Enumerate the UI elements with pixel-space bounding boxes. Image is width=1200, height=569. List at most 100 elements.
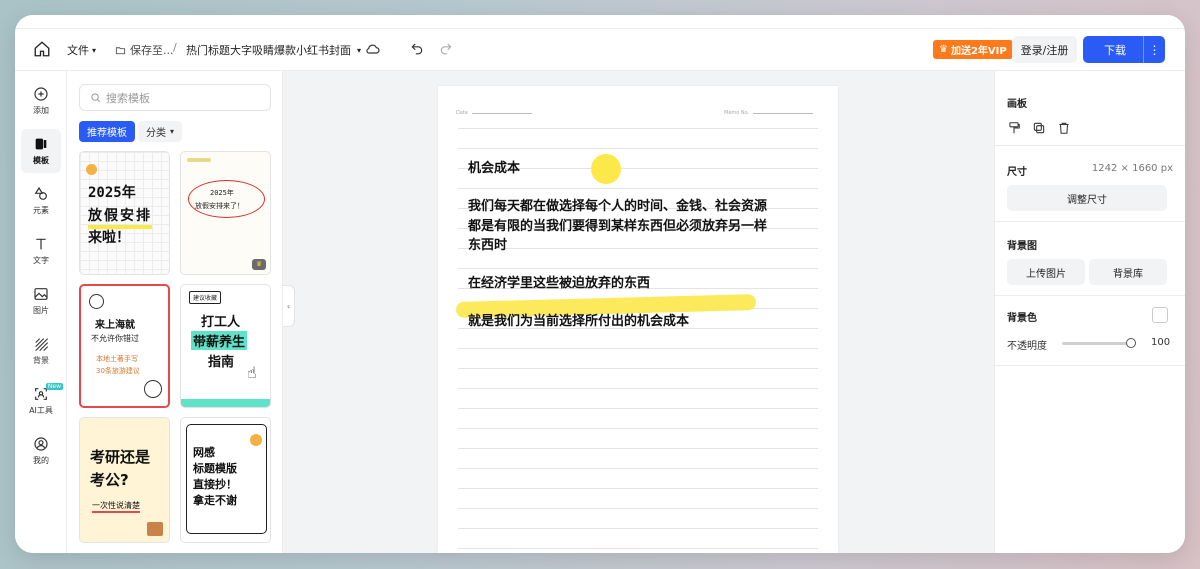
rail-item-label: 添加 xyxy=(33,106,49,115)
rail-item-templates[interactable]: 模板 xyxy=(21,129,61,173)
ruled-line xyxy=(458,468,818,469)
redo-icon[interactable] xyxy=(439,41,453,55)
card-text: 2025年 xyxy=(88,185,136,201)
more-options-icon[interactable]: ⋮ xyxy=(1143,36,1165,63)
document-title[interactable]: 热门标题大字吸睛爆款小红书封面 ▾ xyxy=(186,42,361,58)
card-text: 放假安排来了！ xyxy=(195,202,244,210)
login-button[interactable]: 登录/注册 xyxy=(1012,36,1077,63)
bg-color-section-title: 背景色 xyxy=(1007,313,1037,324)
editor-window: 文件 ▾ 保存至... / 热门标题大字吸睛爆款小红书封面 ▾ ♛ 加送2年VI… xyxy=(15,15,1185,553)
canvas-heading-text[interactable]: 机会成本 xyxy=(468,160,520,178)
design-canvas[interactable]: Date Memo No. 机会成本 我们每天都在做选择每个人的时间、金钱、社会… xyxy=(438,86,838,553)
tab-category-label: 分类 xyxy=(146,128,166,139)
canvas-section-title: 画板 xyxy=(1007,99,1027,110)
rail-item-text[interactable]: 文字 xyxy=(21,229,61,273)
home-icon[interactable] xyxy=(33,40,51,58)
card-text: 带薪养生 xyxy=(191,331,248,350)
template-card[interactable]: 考研还是 考公? 一次性说清楚 xyxy=(79,417,170,543)
download-button[interactable]: 下载 ⋮ xyxy=(1083,36,1165,63)
rail-item-mine[interactable]: 我的 xyxy=(21,429,61,473)
rail-item-add[interactable]: 添加 xyxy=(21,79,61,123)
rail-item-background[interactable]: 背景 xyxy=(21,329,61,373)
ruled-line xyxy=(458,148,818,149)
card-header-strip xyxy=(187,158,211,162)
ruled-line xyxy=(458,488,818,489)
chevron-down-icon: ▾ xyxy=(170,127,175,136)
template-card[interactable]: 2025年 放假安排来了！ ♛ xyxy=(180,151,271,275)
card-bottom-strip xyxy=(181,399,270,407)
background-icon xyxy=(35,338,49,352)
ruled-line xyxy=(458,508,818,509)
properties-panel: 画板 尺寸 1242 × 1660 px 调整尺寸 背景图 上传图片 背景库 背… xyxy=(994,71,1185,553)
template-card[interactable]: 网感 标题模版 直接抄！ 拿走不谢 xyxy=(180,417,271,543)
ruled-line xyxy=(458,408,818,409)
rail-item-label: AI工具 xyxy=(29,406,53,415)
collapse-panel-toggle[interactable]: ‹ xyxy=(283,285,295,327)
template-card[interactable]: 建议收藏 打工人 带薪养生 指南 ☝ xyxy=(180,284,271,408)
canvas-body-text[interactable]: 在经济学里这些被迫放弃的东西 xyxy=(468,275,650,293)
vip-promo-button[interactable]: ♛ 加送2年VIP xyxy=(933,40,1013,59)
canvas-body-text[interactable]: 都是有限的当我们要得到某样东西但必须放弃另一样 xyxy=(468,218,767,236)
duplicate-icon[interactable] xyxy=(1032,121,1046,135)
rail-item-label: 元素 xyxy=(33,206,49,215)
card-text: 直接抄！ xyxy=(193,478,237,491)
opacity-slider[interactable] xyxy=(1062,342,1132,345)
trash-icon[interactable] xyxy=(1057,121,1071,135)
bg-image-section-title: 背景图 xyxy=(1007,241,1037,252)
rail-item-elements[interactable]: 元素 xyxy=(21,179,61,223)
undo-icon[interactable] xyxy=(410,41,424,55)
save-to-button[interactable]: 保存至... xyxy=(115,42,174,58)
doodle-face-icon xyxy=(144,380,162,398)
rail-item-label: 模板 xyxy=(33,156,49,165)
template-panel: 搜索模板 推荐模板 分类 ▾ 2025年 放假安排 来啦！ 2025年 放假安排… xyxy=(67,71,283,553)
yellow-dot-decoration[interactable] xyxy=(591,154,621,184)
memo-field: Memo No. xyxy=(724,110,814,116)
canvas-size-value: 1242 × 1660 px xyxy=(1091,163,1173,174)
folder-icon xyxy=(115,46,126,54)
tab-recommended-templates[interactable]: 推荐模板 xyxy=(79,121,135,142)
card-text: 来啦！ xyxy=(88,230,130,246)
resize-button[interactable]: 调整尺寸 xyxy=(1007,185,1167,211)
format-painter-icon[interactable] xyxy=(1007,121,1021,135)
ruled-line xyxy=(458,188,818,189)
tab-category[interactable]: 分类 ▾ xyxy=(138,121,183,142)
cloud-sync-icon[interactable] xyxy=(365,41,381,57)
section-divider xyxy=(995,365,1185,366)
rail-item-images[interactable]: 图片 xyxy=(21,279,61,323)
date-label: Date xyxy=(456,110,468,116)
image-icon xyxy=(34,288,48,300)
file-menu[interactable]: 文件 ▾ xyxy=(67,42,96,58)
rail-item-ai-tools[interactable]: AI工具 New xyxy=(21,379,63,423)
template-card[interactable]: 2025年 放假安排 来啦！ xyxy=(79,151,170,275)
doodle-face-icon xyxy=(89,294,104,309)
template-search-input[interactable]: 搜索模板 xyxy=(79,84,271,111)
breadcrumb-separator: / xyxy=(173,41,177,54)
template-card[interactable]: 来上海就 不允许你错过 本地土著手写 30条旅游建议 xyxy=(79,284,170,408)
card-text: 网感 xyxy=(193,446,215,459)
card-text: 一次性说清楚 xyxy=(92,500,140,513)
upload-image-button[interactable]: 上传图片 xyxy=(1007,259,1085,285)
plus-circle-icon xyxy=(34,87,48,101)
card-text: 2025年 xyxy=(210,189,234,197)
background-library-button[interactable]: 背景库 xyxy=(1089,259,1167,285)
download-label: 下载 xyxy=(1104,43,1126,57)
rail-item-label: 文字 xyxy=(33,256,49,265)
canvas-body-text[interactable]: 东西时 xyxy=(468,237,507,255)
window-top-strip xyxy=(15,15,1185,29)
sticker-icon xyxy=(147,522,163,536)
card-text: 考公? xyxy=(90,471,129,489)
left-rail: 添加 模板 元素 文字 图片 背景 AI工具 New 我的 xyxy=(15,71,67,553)
ruled-line xyxy=(458,428,818,429)
canvas-body-text[interactable]: 就是我们为当前选择所付出的机会成本 xyxy=(468,313,689,331)
date-line xyxy=(471,112,532,114)
chevron-down-icon: ▾ xyxy=(92,45,97,55)
card-text: 考研还是 xyxy=(90,448,151,466)
shapes-icon xyxy=(34,186,47,200)
opacity-slider-handle[interactable] xyxy=(1126,338,1136,348)
memo-label: Memo No. xyxy=(724,110,750,116)
bg-color-swatch[interactable] xyxy=(1152,307,1168,323)
rail-item-label: 我的 xyxy=(33,456,49,465)
canvas-body-text[interactable]: 我们每天都在做选择每个人的时间、金钱、社会资源 xyxy=(468,198,767,216)
avatar-sticker-icon xyxy=(86,164,97,175)
new-badge: New xyxy=(45,383,63,390)
